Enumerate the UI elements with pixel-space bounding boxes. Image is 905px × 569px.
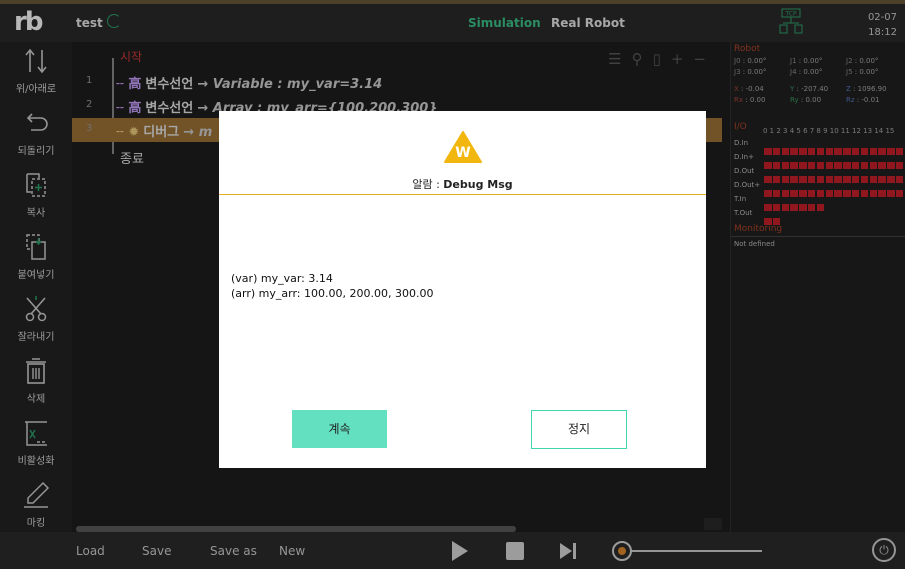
message-line: (arr) my_arr: 100.00, 200.00, 300.00: [231, 287, 434, 300]
stop-button[interactable]: 정지: [531, 410, 627, 449]
continue-button[interactable]: 계속: [292, 410, 387, 448]
dialog-title-bold: Debug Msg: [443, 178, 513, 191]
warning-letter: W: [455, 145, 470, 161]
robot-ide-app: rb test Simulation Real Robot TCP 02-07 …: [0, 0, 905, 569]
debug-message-dialog: W 알람 : Debug Msg (var) my_var: 3.14 (arr…: [219, 111, 706, 468]
dialog-title: 알람 : Debug Msg: [219, 176, 706, 192]
dialog-title-prefix: 알람 :: [412, 178, 444, 191]
message-line: (var) my_var: 3.14: [231, 272, 333, 285]
dialog-divider: [219, 194, 706, 195]
warning-icon: W: [444, 131, 482, 163]
dialog-message: (var) my_var: 3.14 (arr) my_arr: 100.00,…: [231, 271, 433, 301]
